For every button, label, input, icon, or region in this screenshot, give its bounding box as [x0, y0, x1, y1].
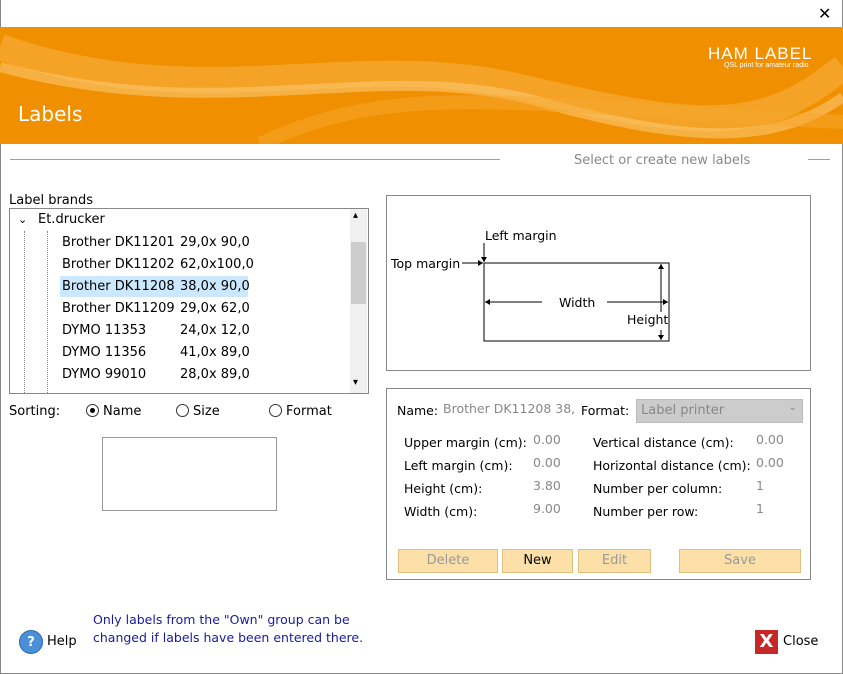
vertical-distance-value[interactable]: 0.00: [756, 432, 784, 447]
tree-group[interactable]: Et.drucker: [38, 212, 105, 227]
per-column-label: Number per column:: [593, 481, 723, 496]
item-name: DYMO 11356: [62, 345, 147, 360]
tree-line: [24, 231, 25, 393]
radio-icon: [269, 404, 282, 417]
per-row-label: Number per row:: [593, 504, 699, 519]
save-button[interactable]: Save: [679, 549, 801, 573]
delete-button[interactable]: Delete: [398, 549, 498, 573]
label-details-panel: Name: Brother DK11208 38,0x 90,0 Format:…: [386, 388, 811, 580]
radio-label: Format: [286, 404, 332, 419]
height-value[interactable]: 3.80: [533, 478, 561, 493]
radio-icon: [86, 404, 99, 417]
horizontal-distance-label: Horizontal distance (cm):: [593, 458, 751, 473]
step-subtitle: Select or create new labels: [574, 153, 751, 168]
top-margin-caption: Top margin: [391, 256, 461, 271]
sort-format-radio[interactable]: Format: [269, 404, 332, 419]
horizontal-distance-value[interactable]: 0.00: [756, 455, 784, 470]
item-size: 28,0x 89,0: [180, 367, 250, 382]
note-line: changed if labels have been entered ther…: [93, 630, 364, 645]
format-select[interactable]: Label printer ⌄: [636, 399, 803, 423]
info-note: Only labels from the "Own" group can be …: [93, 611, 363, 647]
item-name: DYMO 11353: [62, 323, 147, 338]
upper-margin-label: Upper margin (cm):: [404, 435, 527, 450]
format-value: Label printer: [641, 403, 725, 418]
label-diagram: Left margin Top margin Width Height: [386, 195, 811, 371]
close-window-button[interactable]: ✕: [818, 4, 831, 23]
help-icon[interactable]: ?: [19, 630, 43, 654]
label-tree[interactable]: ⌄ Et.drucker Brother DK11201 29,0x 90,0 B…: [9, 208, 369, 394]
item-name: Brother DK11201: [62, 235, 175, 250]
left-margin-caption: Left margin: [485, 228, 557, 243]
note-line: Only labels from the "Own" group can be: [93, 612, 350, 627]
item-name: Brother DK11202: [62, 257, 175, 272]
scroll-down-icon[interactable]: ▾: [353, 377, 358, 388]
vertical-distance-label: Vertical distance (cm):: [593, 435, 734, 450]
item-size: 29,0x 62,0: [180, 301, 250, 316]
chevron-down-icon[interactable]: ⌄: [18, 213, 27, 226]
item-size: 41,0x 89,0: [180, 345, 250, 360]
height-label: Height (cm):: [404, 481, 483, 496]
per-column-value[interactable]: 1: [756, 478, 764, 493]
diagram-lines: [462, 243, 670, 342]
help-button[interactable]: Help: [47, 634, 77, 649]
item-size: 24,0x 12,0: [180, 323, 250, 338]
left-margin-label: Left margin (cm):: [404, 458, 513, 473]
label-brands-heading: Label brands: [9, 193, 94, 208]
upper-margin-value[interactable]: 0.00: [533, 432, 561, 447]
scroll-up-icon[interactable]: ▴: [353, 210, 358, 221]
width-label: Width (cm):: [404, 504, 478, 519]
scrollbar-thumb[interactable]: [351, 242, 366, 304]
sort-size-radio[interactable]: Size: [176, 404, 220, 419]
chevron-down-icon: ⌄: [788, 402, 797, 413]
format-label: Format:: [581, 403, 630, 418]
sort-name-radio[interactable]: Name: [86, 404, 141, 419]
list-item[interactable]: DYMO 99010 28,0x 89,0: [60, 364, 250, 385]
sorting-label: Sorting:: [9, 404, 61, 419]
page-title: Labels: [18, 102, 83, 126]
list-item[interactable]: Brother DK11209 29,0x 62,0: [60, 298, 250, 319]
height-caption: Height: [627, 312, 669, 327]
list-item-selected[interactable]: Brother DK11208 38,0x 90,0: [60, 276, 250, 297]
width-caption: Width: [559, 295, 596, 310]
list-item[interactable]: DYMO 11353 24,0x 12,0: [60, 320, 250, 341]
item-size: 29,0x 90,0: [180, 235, 250, 250]
radio-label: Size: [193, 404, 220, 419]
item-size: 62,0x100,0: [180, 257, 254, 272]
per-row-value[interactable]: 1: [756, 501, 764, 516]
logo: HAM LABEL: [708, 44, 813, 63]
item-name: DYMO 99010: [62, 367, 147, 382]
logo-subtitle: QSL print for amateur radio: [724, 62, 809, 69]
list-item[interactable]: DYMO 11356 41,0x 89,0: [60, 342, 250, 363]
item-name: Brother DK11208: [62, 279, 175, 294]
list-item[interactable]: Brother DK11201 29,0x 90,0: [60, 232, 250, 253]
list-item[interactable]: Brother DK11202 62,0x100,0: [60, 254, 254, 275]
left-margin-value[interactable]: 0.00: [533, 455, 561, 470]
radio-icon: [176, 404, 189, 417]
item-name: Brother DK11209: [62, 301, 175, 316]
name-field[interactable]: Brother DK11208 38,0x 90,0: [443, 401, 575, 416]
radio-label: Name: [103, 404, 142, 419]
close-icon[interactable]: X: [755, 630, 778, 654]
label-preview: [102, 437, 277, 511]
close-button[interactable]: Close: [783, 634, 818, 649]
item-size: 38,0x 90,0: [180, 279, 250, 294]
edit-button[interactable]: Edit: [578, 549, 651, 573]
width-value[interactable]: 9.00: [533, 501, 561, 516]
name-label: Name:: [397, 403, 439, 418]
divider: [10, 159, 500, 160]
divider: [808, 159, 830, 160]
tree-line: [47, 231, 48, 393]
new-button[interactable]: New: [502, 549, 573, 573]
